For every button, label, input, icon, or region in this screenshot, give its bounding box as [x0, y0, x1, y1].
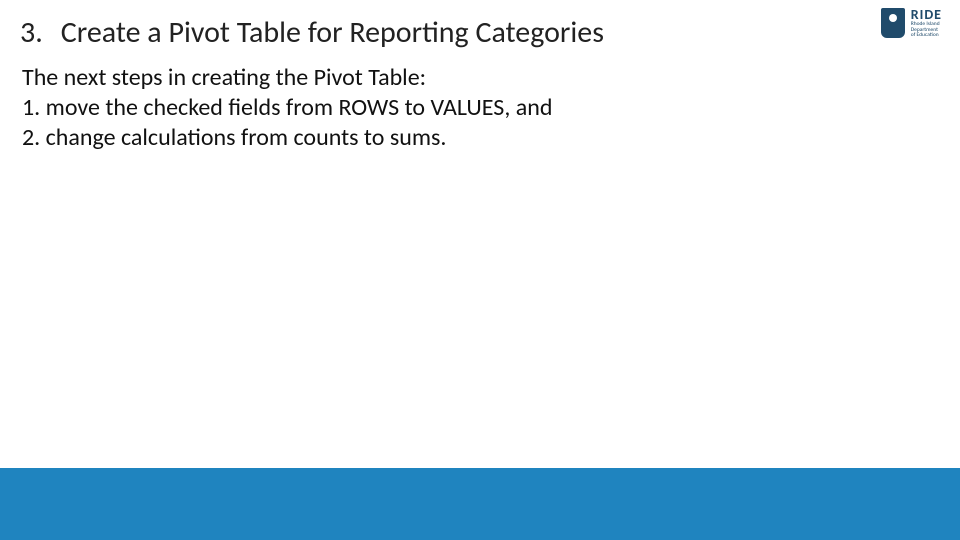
ride-logo-text: RIDE Rhode Island Department of Educatio…	[911, 8, 942, 39]
title-row: 3. Create a Pivot Table for Reporting Ca…	[0, 0, 960, 51]
slide: 3. Create a Pivot Table for Reporting Ca…	[0, 0, 960, 540]
ride-sub3: of Education	[911, 33, 942, 39]
step-2: 2. change calculations from counts to su…	[22, 123, 938, 153]
title-number: 3.	[20, 14, 43, 51]
panes-area: Move the bottom 4 fields FILTERS COLUMNS…	[0, 238, 960, 458]
ride-logo-icon	[881, 8, 905, 38]
ride-logo: RIDE Rhode Island Department of Educatio…	[881, 8, 942, 39]
intro-line: The next steps in creating the Pivot Tab…	[22, 63, 938, 93]
title-text: Create a Pivot Table for Reporting Categ…	[61, 14, 604, 51]
ride-brand: RIDE	[911, 8, 942, 22]
step-1: 1. move the checked fields from ROWS to …	[22, 93, 938, 123]
bottom-bar	[0, 468, 960, 540]
body-text: The next steps in creating the Pivot Tab…	[0, 51, 960, 153]
